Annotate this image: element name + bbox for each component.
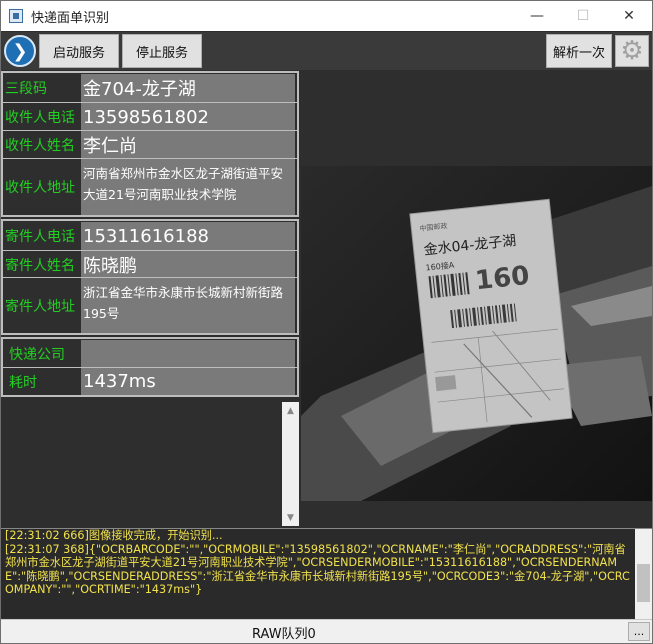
maximize-button[interactable]: ☐ [560, 1, 606, 31]
photo-sort-code: 160 [474, 261, 531, 297]
recipient-phone-value: 13598561802 [81, 102, 295, 131]
window-controls: — ☐ ✕ [514, 1, 652, 31]
close-button[interactable]: ✕ [606, 1, 652, 31]
app-icon [9, 9, 23, 23]
recipient-address-value: 河南省郑州市金水区龙子湖街道平安大道21号河南职业技术学院 [81, 158, 295, 215]
recipient-phone-label: 收件人电话 [5, 110, 75, 126]
window-title: 快递面单识别 [31, 10, 110, 26]
minimize-button[interactable]: — [514, 1, 560, 31]
scroll-down-icon[interactable]: ▼ [282, 509, 299, 526]
recipient-group: 三段码 金704-龙子湖 收件人电话 13598561802 收件人姓名 李仁尚… [1, 71, 299, 217]
status-bar: RAW队列0 ... [1, 619, 652, 643]
log-scrollbar[interactable] [635, 529, 652, 619]
log-scrollbar-thumb[interactable] [637, 564, 650, 602]
left-scrollbar[interactable]: ▲ ▼ [282, 402, 299, 526]
code3-value: 金704-龙子湖 [81, 74, 295, 102]
sender-address-label: 寄件人地址 [5, 298, 75, 315]
company-value [81, 340, 295, 367]
title-bar: 快递面单识别 — ☐ ✕ [1, 1, 652, 31]
more-button[interactable]: ... [628, 622, 650, 641]
company-label: 快递公司 [9, 347, 65, 363]
meta-group: 快递公司 耗时 1437ms [1, 337, 299, 397]
sender-group: 寄件人电话 15311616188 寄件人姓名 陈晓鹏 寄件人地址 浙江省金华市… [1, 219, 299, 335]
scroll-up-icon[interactable]: ▲ [282, 402, 299, 419]
parcel-photo-drawing: 中国邮政 金水04-龙子湖 160接A 160 [301, 166, 652, 501]
log-panel[interactable]: [22:31:02 666]图像接收完成，开始识别... [22:31:07 3… [1, 528, 652, 619]
recipient-name-label: 收件人姓名 [5, 138, 75, 154]
image-preview: 中国邮政 金水04-龙子湖 160接A 160 [301, 71, 652, 526]
sender-address-value: 浙江省金华市永康市长城新村新街路195号 [81, 277, 295, 333]
parcel-photo: 中国邮政 金水04-龙子湖 160接A 160 [301, 166, 652, 501]
recipient-name-value: 李仁尚 [81, 130, 295, 159]
sender-phone-value: 15311616188 [81, 222, 295, 250]
gear-icon[interactable]: ⚙ [615, 35, 649, 67]
app-window: 快递面单识别 — ☐ ✕ ❯ 启动服务 停止服务 解析一次 ⚙ 三段码 金704… [0, 0, 653, 644]
log-text: [22:31:02 666]图像接收完成，开始识别... [22:31:07 3… [5, 529, 630, 596]
stop-service-button[interactable]: 停止服务 [122, 34, 202, 68]
elapsed-value: 1437ms [81, 367, 295, 395]
recipient-address-label: 收件人地址 [5, 179, 75, 196]
parse-once-button[interactable]: 解析一次 [546, 34, 612, 68]
queue-status: RAW队列0 [252, 627, 316, 642]
code3-label: 三段码 [5, 81, 47, 97]
elapsed-label: 耗时 [9, 374, 37, 391]
sender-phone-label: 寄件人电话 [5, 229, 75, 245]
sender-name-label: 寄件人姓名 [5, 257, 75, 274]
start-service-button[interactable]: 启动服务 [39, 34, 119, 68]
sender-name-value: 陈晓鹏 [81, 250, 295, 278]
toolbar: ❯ 启动服务 停止服务 解析一次 ⚙ [1, 32, 652, 70]
arrow-right-icon[interactable]: ❯ [4, 35, 36, 67]
